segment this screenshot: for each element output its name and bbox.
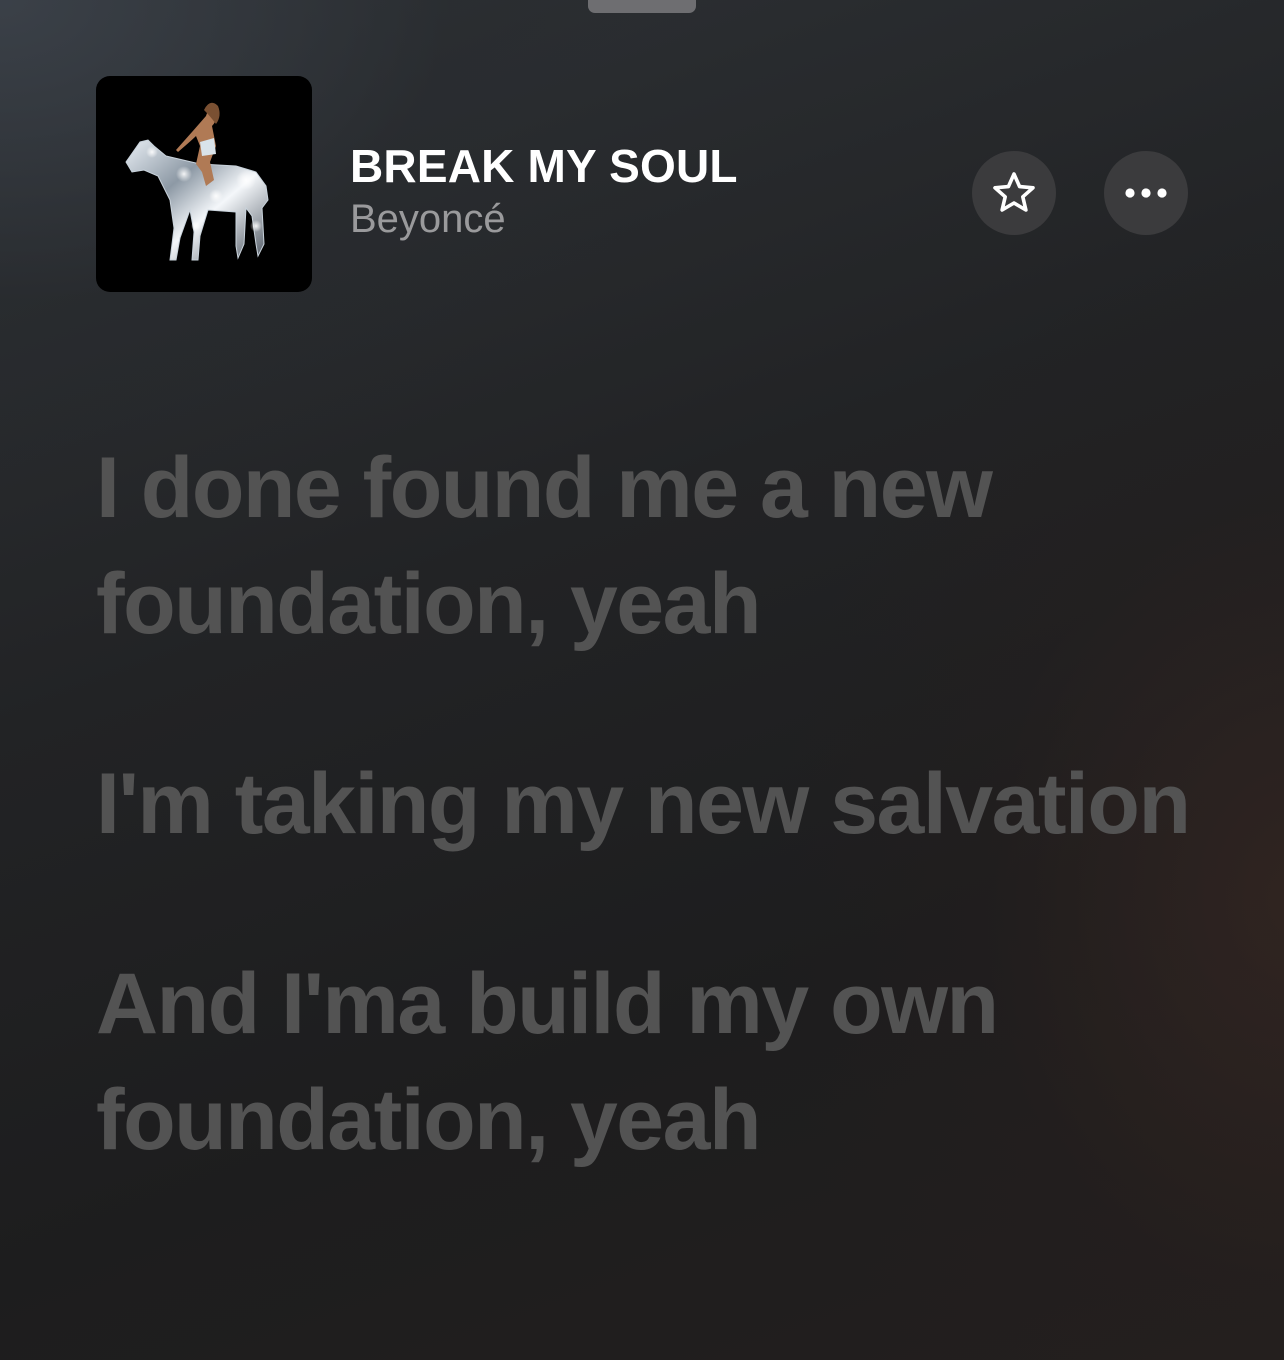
- album-artwork-image: [125, 102, 269, 261]
- song-title[interactable]: BREAK MY SOUL: [350, 138, 738, 194]
- favorite-button[interactable]: [972, 151, 1056, 235]
- lyric-line[interactable]: I done found me a new foundation, yeah: [96, 430, 1196, 662]
- lyric-line[interactable]: And I'ma build my own foundation, yeah: [96, 946, 1196, 1178]
- lyric-line[interactable]: I'm taking my new salvation: [96, 746, 1196, 862]
- album-artwork[interactable]: [96, 76, 312, 292]
- track-info[interactable]: BREAK MY SOUL Beyoncé: [350, 138, 738, 244]
- now-playing-header: BREAK MY SOUL Beyoncé: [96, 76, 1188, 292]
- sheet-grabber-handle[interactable]: [588, 0, 696, 13]
- lyrics-view[interactable]: I done found me a new foundation, yeah I…: [96, 430, 1196, 1262]
- more-options-button[interactable]: [1104, 151, 1188, 235]
- artist-name[interactable]: Beyoncé: [350, 194, 738, 244]
- star-icon: [993, 172, 1035, 212]
- ellipsis-icon: [1125, 188, 1167, 198]
